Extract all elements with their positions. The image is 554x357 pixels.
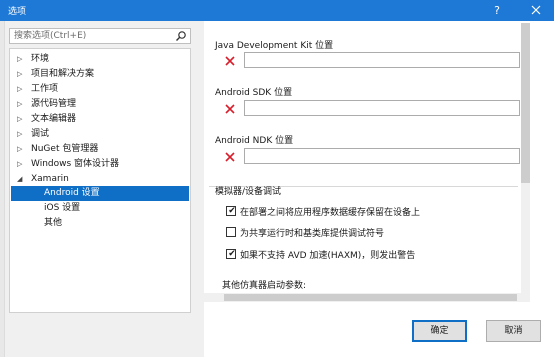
tree-item-android-settings[interactable]: Android 设置 <box>11 186 189 201</box>
expand-arrow-icon[interactable]: ▷ <box>17 157 25 172</box>
tree-item-label: 工作项 <box>31 84 59 94</box>
expand-arrow-icon[interactable]: ▷ <box>17 112 25 127</box>
search-placeholder: 搜索选项(Ctrl+E) <box>14 31 87 41</box>
tree-item-label: 源代码管理 <box>31 99 77 109</box>
expand-arrow-icon[interactable]: ▷ <box>17 97 25 112</box>
checkmark-icon: ✔ <box>228 206 236 216</box>
expand-arrow-icon[interactable]: ▷ <box>17 142 25 157</box>
checkmark-icon: ✔ <box>228 249 236 259</box>
tree-item-windows-forms-designer[interactable]: ▷ Windows 窗体设计器 <box>11 157 189 172</box>
tree-item-label: 调试 <box>31 129 50 139</box>
tree-item-environment[interactable]: ▷ 环境 <box>11 52 189 67</box>
tree-item-label: 文本编辑器 <box>31 114 77 124</box>
tree-item-debugging[interactable]: ▷ 调试 <box>11 127 189 142</box>
tree-item-xamarin[interactable]: ◢ Xamarin <box>11 172 189 187</box>
window-title: 选项 <box>8 7 27 17</box>
search-input[interactable]: 搜索选项(Ctrl+E) <box>9 28 191 44</box>
expand-arrow-icon[interactable]: ▷ <box>17 127 25 142</box>
error-x-icon <box>225 104 235 114</box>
tree-item-ios-settings[interactable]: iOS 设置 <box>11 201 189 216</box>
emulator-debug-group-title: 模拟器/设备调试 <box>215 187 282 197</box>
tree-item-label: 其他 <box>44 218 63 228</box>
tree-item-source-control[interactable]: ▷ 源代码管理 <box>11 97 189 112</box>
tree-item-label: Windows 窗体设计器 <box>31 159 120 169</box>
expand-arrow-icon[interactable]: ▷ <box>17 82 25 97</box>
expand-arrow-icon[interactable]: ▷ <box>17 52 25 67</box>
emulator-args-label: 其他仿真器启动参数: <box>222 281 307 291</box>
android-sdk-location-input[interactable] <box>244 100 520 116</box>
keep-app-data-checkbox[interactable]: ✔ <box>226 206 236 216</box>
tree-item-other[interactable]: 其他 <box>11 216 189 231</box>
tree-item-text-editor[interactable]: ▷ 文本编辑器 <box>11 112 189 127</box>
tree-item-label: Android 设置 <box>44 188 100 198</box>
jdk-location-label: Java Development Kit 位置 <box>215 41 334 51</box>
tree-item-label: 环境 <box>31 54 50 64</box>
debug-symbols-label[interactable]: 为共享运行时和基类库提供调试符号 <box>240 226 384 239</box>
title-bar: 选项 ? <box>0 0 554 21</box>
options-tree[interactable]: ▷ 环境 ▷ 项目和解决方案 ▷ 工作项 ▷ 源代码管理 ▷ 文本编辑器 ▷ 调… <box>9 48 191 313</box>
keep-app-data-label[interactable]: 在部署之间将应用程序数据缓存保留在设备上 <box>240 205 420 218</box>
android-ndk-location-label: Android NDK 位置 <box>215 136 294 146</box>
background-window-edge <box>0 21 5 357</box>
tree-item-label: Xamarin <box>31 174 69 184</box>
search-icon[interactable] <box>175 30 187 42</box>
close-icon <box>531 5 540 15</box>
close-button[interactable] <box>517 0 554 21</box>
jdk-location-input[interactable] <box>244 52 520 68</box>
haxm-warning-checkbox[interactable]: ✔ <box>226 249 236 259</box>
ok-button[interactable]: 确定 <box>412 320 467 342</box>
tree-item-label: iOS 设置 <box>44 203 81 213</box>
expand-arrow-icon[interactable]: ▷ <box>17 67 25 82</box>
tree-item-work-items[interactable]: ▷ 工作项 <box>11 82 189 97</box>
horizontal-scrollbar-thumb[interactable] <box>224 294 517 301</box>
tree-item-nuget[interactable]: ▷ NuGet 包管理器 <box>11 142 189 157</box>
android-ndk-location-input[interactable] <box>244 148 520 164</box>
debug-symbols-checkbox[interactable] <box>226 227 236 237</box>
error-x-icon <box>225 152 235 162</box>
tree-item-projects-solutions[interactable]: ▷ 项目和解决方案 <box>11 67 189 82</box>
error-x-icon <box>225 56 235 66</box>
haxm-warning-label[interactable]: 如果不支持 AVD 加速(HAXM)，则发出警告 <box>240 248 415 261</box>
vertical-scrollbar-thumb[interactable] <box>521 23 530 183</box>
emulator-debug-group <box>209 186 518 292</box>
help-button[interactable]: ? <box>484 0 510 21</box>
android-sdk-location-label: Android SDK 位置 <box>215 88 293 98</box>
collapse-arrow-icon[interactable]: ◢ <box>17 172 25 187</box>
cancel-button[interactable]: 取消 <box>486 320 541 342</box>
tree-item-label: NuGet 包管理器 <box>31 144 99 154</box>
tree-item-label: 项目和解决方案 <box>31 69 95 79</box>
